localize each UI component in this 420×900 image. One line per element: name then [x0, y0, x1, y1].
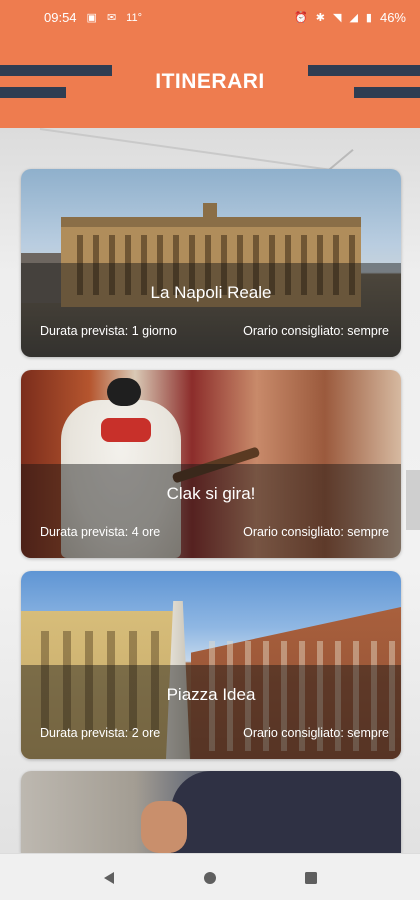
itinerary-duration: Durata prevista: 1 giorno: [40, 324, 177, 338]
image-detail: [171, 771, 401, 853]
wifi-icon: ◥: [332, 11, 342, 24]
itinerary-meta: Durata prevista: 1 giorno Orario consigl…: [40, 324, 389, 338]
itinerary-card-partial[interactable]: [21, 771, 401, 853]
itinerary-image: [21, 771, 401, 853]
temperature-text: 11°: [126, 11, 142, 24]
itinerary-meta: Durata prevista: 2 ore Orario consigliat…: [40, 726, 389, 740]
home-icon[interactable]: [202, 870, 218, 886]
image-detail: [203, 203, 217, 221]
alarm-icon: ⏰: [294, 11, 308, 24]
itinerary-schedule: Orario consigliato: sempre: [243, 324, 389, 338]
page-title: ITINERARI: [155, 70, 265, 93]
itinerary-card-napoli-reale[interactable]: La Napoli Reale Durata prevista: 1 giorn…: [21, 169, 401, 357]
itinerary-schedule: Orario consigliato: sempre: [243, 525, 389, 539]
image-detail: [141, 801, 187, 853]
battery-icon: ▮: [365, 11, 372, 24]
card-overlay: [21, 263, 401, 357]
status-left: 09:54 ▣ ✉ 11°: [44, 10, 142, 25]
background-beam: [39, 128, 338, 172]
itinerary-schedule: Orario consigliato: sempre: [243, 726, 389, 740]
itinerary-card-clak-si-gira[interactable]: Clak si gira! Durata prevista: 4 ore Ora…: [21, 370, 401, 558]
itinerary-duration: Durata prevista: 2 ore: [40, 726, 161, 740]
back-icon[interactable]: [101, 870, 117, 886]
itinerary-title: Piazza Idea: [166, 685, 256, 704]
image-detail: [101, 418, 151, 442]
gmail-icon: ✉: [106, 11, 117, 24]
signal-icon: ◢: [349, 11, 358, 24]
background-detail: [406, 470, 420, 530]
app-header: ITINERARI: [0, 34, 420, 128]
itinerary-meta: Durata prevista: 4 ore Orario consigliat…: [40, 525, 389, 539]
itinerary-title: Clak si gira!: [166, 484, 256, 503]
itinerary-title: La Napoli Reale: [150, 283, 272, 302]
status-right: ⏰ ✱ ◥ ◢ ▮ 46%: [294, 10, 406, 25]
sim-card-icon: ▣: [86, 11, 97, 24]
system-nav-bar: [0, 853, 420, 900]
status-time: 09:54: [44, 10, 77, 25]
recents-icon[interactable]: [303, 870, 319, 886]
battery-level: 46%: [379, 10, 406, 25]
status-bar: 09:54 ▣ ✉ 11° ⏰ ✱ ◥ ◢ ▮ 46%: [0, 0, 420, 34]
card-overlay: [21, 665, 401, 759]
itinerary-card-piazza-idea[interactable]: Piazza Idea Durata prevista: 2 ore Orari…: [21, 571, 401, 759]
itinerary-duration: Durata prevista: 4 ore: [40, 525, 161, 539]
image-detail: [107, 378, 141, 406]
bluetooth-icon: ✱: [315, 11, 325, 24]
card-overlay: [21, 464, 401, 558]
